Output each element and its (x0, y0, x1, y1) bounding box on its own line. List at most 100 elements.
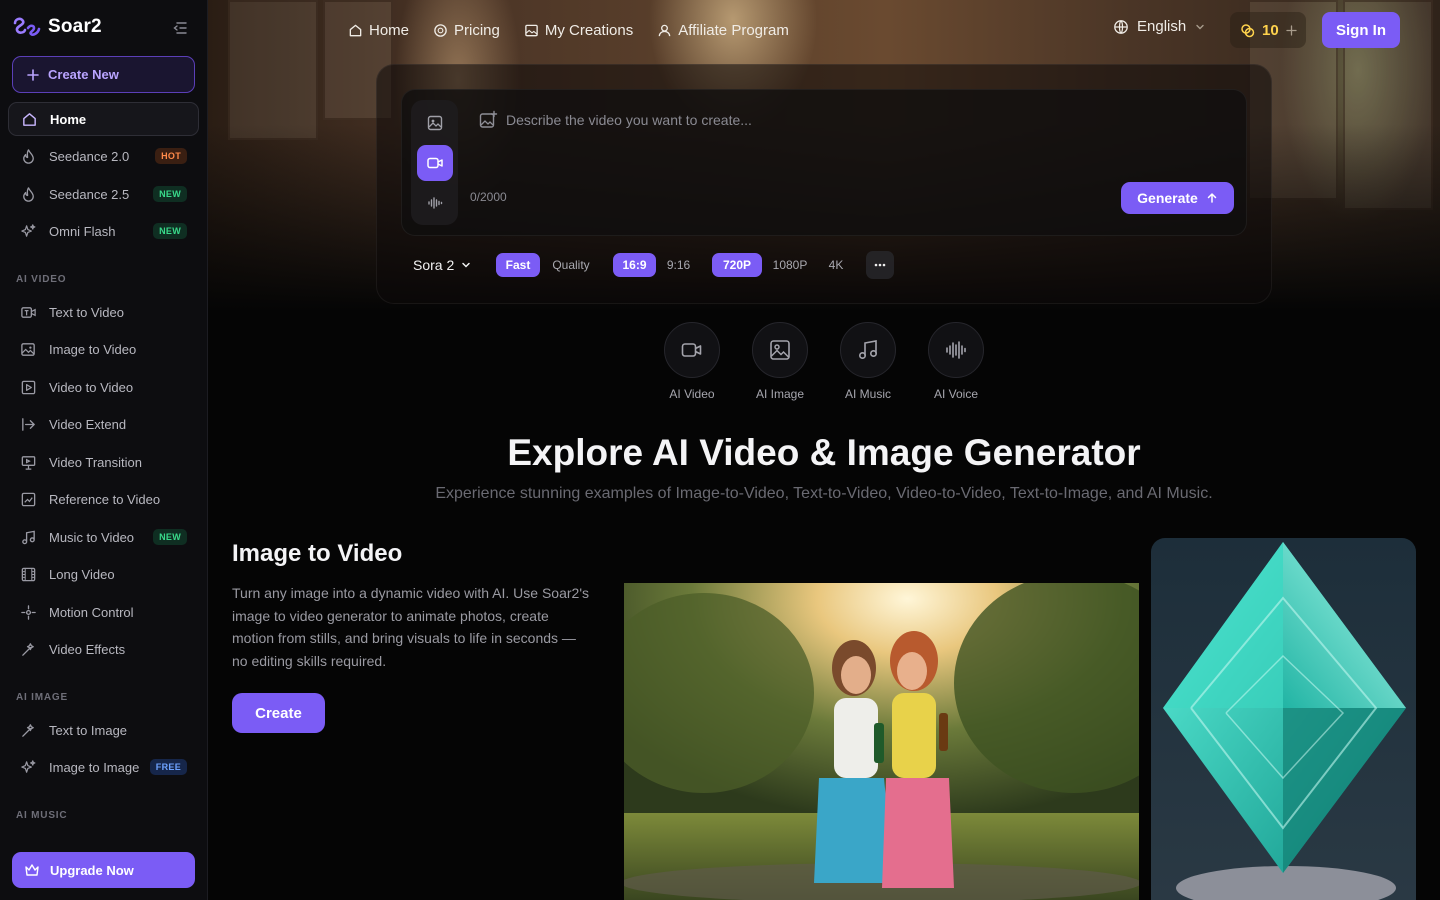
more-options-button[interactable] (866, 251, 894, 279)
sidebar-item-label: Music to Video (49, 529, 135, 545)
video-icon (681, 343, 702, 357)
resolution-option-4k[interactable]: 4K (824, 253, 848, 277)
nav-my-creations-label: My Creations (544, 21, 634, 39)
sidebar-item-home[interactable]: Home (8, 102, 199, 136)
sparkles-icon (21, 759, 36, 773)
page-subtitle: Experience stunning examples of Image-to… (435, 485, 1213, 502)
nav-home-label: Home (369, 21, 410, 39)
sidebar-item-label: Motion Control (49, 604, 134, 620)
generate-button[interactable]: Generate (1121, 182, 1234, 214)
sidebar-item-label: Home (50, 111, 87, 127)
brand-name: Soar2 (48, 16, 102, 37)
sidebar-item-video-effects[interactable]: Video Effects (8, 632, 199, 666)
example-image-park[interactable] (624, 583, 1139, 900)
image-icon (427, 115, 443, 131)
sidebar-item-text-to-image[interactable]: Text to Image (8, 713, 199, 747)
move-icon (21, 604, 36, 620)
coin-icon (434, 23, 447, 37)
brand[interactable]: Soar2 (12, 14, 102, 40)
image-mode-button[interactable] (417, 105, 453, 141)
sidebar-item-music-to-video[interactable]: Music to Video NEW (8, 520, 199, 554)
sidebar-item-omni-flash[interactable]: Omni Flash NEW (8, 214, 199, 248)
sidebar-item-label: Video to Video (49, 379, 134, 395)
sidebar-item-motion-control[interactable]: Motion Control (8, 595, 199, 629)
magic-wand-icon (22, 723, 34, 737)
credits-balance[interactable]: 10 (1230, 12, 1306, 48)
speed-option-quality[interactable]: Quality (546, 253, 596, 277)
speed-option-fast[interactable]: Fast (496, 253, 540, 277)
waveform-icon (946, 341, 966, 359)
section-label-ai-video: AI VIDEO (16, 274, 67, 285)
category-icon-wrap (928, 322, 984, 378)
sidebar-item-seedance-2-5[interactable]: Seedance 2.5 NEW (8, 177, 199, 211)
sidebar-item-image-to-image[interactable]: Image to Image FREE (8, 750, 199, 784)
prompt-input[interactable] (506, 108, 1206, 132)
section-label-ai-image: AI IMAGE (16, 692, 68, 703)
nav-affiliate-label: Affiliate Program (678, 21, 789, 39)
category-ai-video[interactable]: AI Video (652, 322, 732, 401)
resolution-option-720p[interactable]: 720P (712, 253, 762, 277)
play-square-icon (21, 380, 36, 394)
feature-description: Turn any image into a dynamic video with… (232, 585, 589, 670)
sidebar-item-video-to-video[interactable]: Video to Video (8, 370, 199, 404)
sidebar-item-label: Image to Image (49, 759, 140, 775)
image-plus-icon (21, 342, 35, 356)
sidebar-item-reference-to-video[interactable]: Reference to Video (8, 482, 199, 516)
video-mode-button[interactable] (417, 145, 453, 181)
collapse-sidebar-icon[interactable] (171, 19, 189, 37)
language-selector[interactable]: English (1113, 18, 1206, 35)
sidebar-item-label: Video Extend (49, 416, 127, 432)
image-upload-icon[interactable] (478, 110, 498, 130)
logo-icon (13, 17, 41, 36)
film-icon (21, 567, 36, 581)
category-label: AI Voice (933, 387, 979, 401)
sparkles-icon (21, 223, 36, 237)
sidebar-item-label: Reference to Video (49, 491, 161, 507)
arrow-up-icon (1207, 192, 1217, 203)
nav-pricing[interactable]: Pricing (433, 22, 500, 39)
home-icon (349, 24, 362, 36)
plus-icon (27, 68, 39, 81)
sidebar-item-video-extend[interactable]: Video Extend (8, 407, 199, 441)
example-image-crystal[interactable] (1151, 538, 1416, 900)
sidebar-item-long-video[interactable]: Long Video (8, 557, 199, 591)
category-label: AI Image (755, 387, 805, 401)
new-badge: NEW (153, 186, 187, 202)
credits-count: 10 (1262, 21, 1279, 39)
nav-my-creations[interactable]: My Creations (524, 22, 633, 39)
sidebar-item-label: Text to Image (49, 722, 128, 738)
sidebar-item-label: Video Effects (49, 641, 126, 657)
create-new-button[interactable]: Create New (12, 56, 195, 93)
ratio-option-9-16[interactable]: 9:16 (662, 253, 695, 277)
flame-icon (23, 148, 34, 164)
category-icon-wrap (664, 322, 720, 378)
sidebar-item-label: Seedance 2.5 (49, 186, 130, 202)
category-ai-voice[interactable]: AI Voice (916, 322, 996, 401)
audio-mode-button[interactable] (417, 185, 453, 221)
create-button[interactable]: Create (232, 693, 325, 733)
category-label: AI Music (844, 387, 891, 401)
model-selector[interactable]: Sora 2 (413, 252, 472, 278)
generate-label: Generate (1137, 190, 1198, 206)
home-icon (23, 112, 36, 126)
upgrade-now-button[interactable]: Upgrade Now (12, 852, 195, 888)
sidebar-item-text-to-video[interactable]: Text to Video (8, 295, 199, 329)
ratio-option-16-9[interactable]: 16:9 (613, 253, 656, 277)
sidebar: Soar2 Create New Home Seedance 2.0 HOT S… (0, 0, 208, 900)
sidebar-item-seedance-2-0[interactable]: Seedance 2.0 HOT (8, 139, 199, 173)
page-title: Explore AI Video & Image Generator (507, 432, 1141, 473)
resolution-option-1080p[interactable]: 1080P (768, 253, 812, 277)
crown-icon (25, 864, 39, 876)
category-icon-wrap (840, 322, 896, 378)
category-ai-music[interactable]: AI Music (828, 322, 908, 401)
sidebar-item-image-to-video[interactable]: Image to Video (8, 332, 199, 366)
sidebar-item-video-transition[interactable]: Video Transition (8, 445, 199, 479)
category-ai-image[interactable]: AI Image (740, 322, 820, 401)
nav-affiliate[interactable]: Affiliate Program (657, 22, 789, 39)
music-note-icon (22, 530, 35, 544)
globe-icon (1114, 19, 1128, 34)
create-new-label: Create New (48, 67, 119, 82)
magic-wand-icon (22, 642, 34, 656)
sign-in-button[interactable]: Sign In (1322, 12, 1400, 48)
nav-home[interactable]: Home (348, 22, 409, 39)
